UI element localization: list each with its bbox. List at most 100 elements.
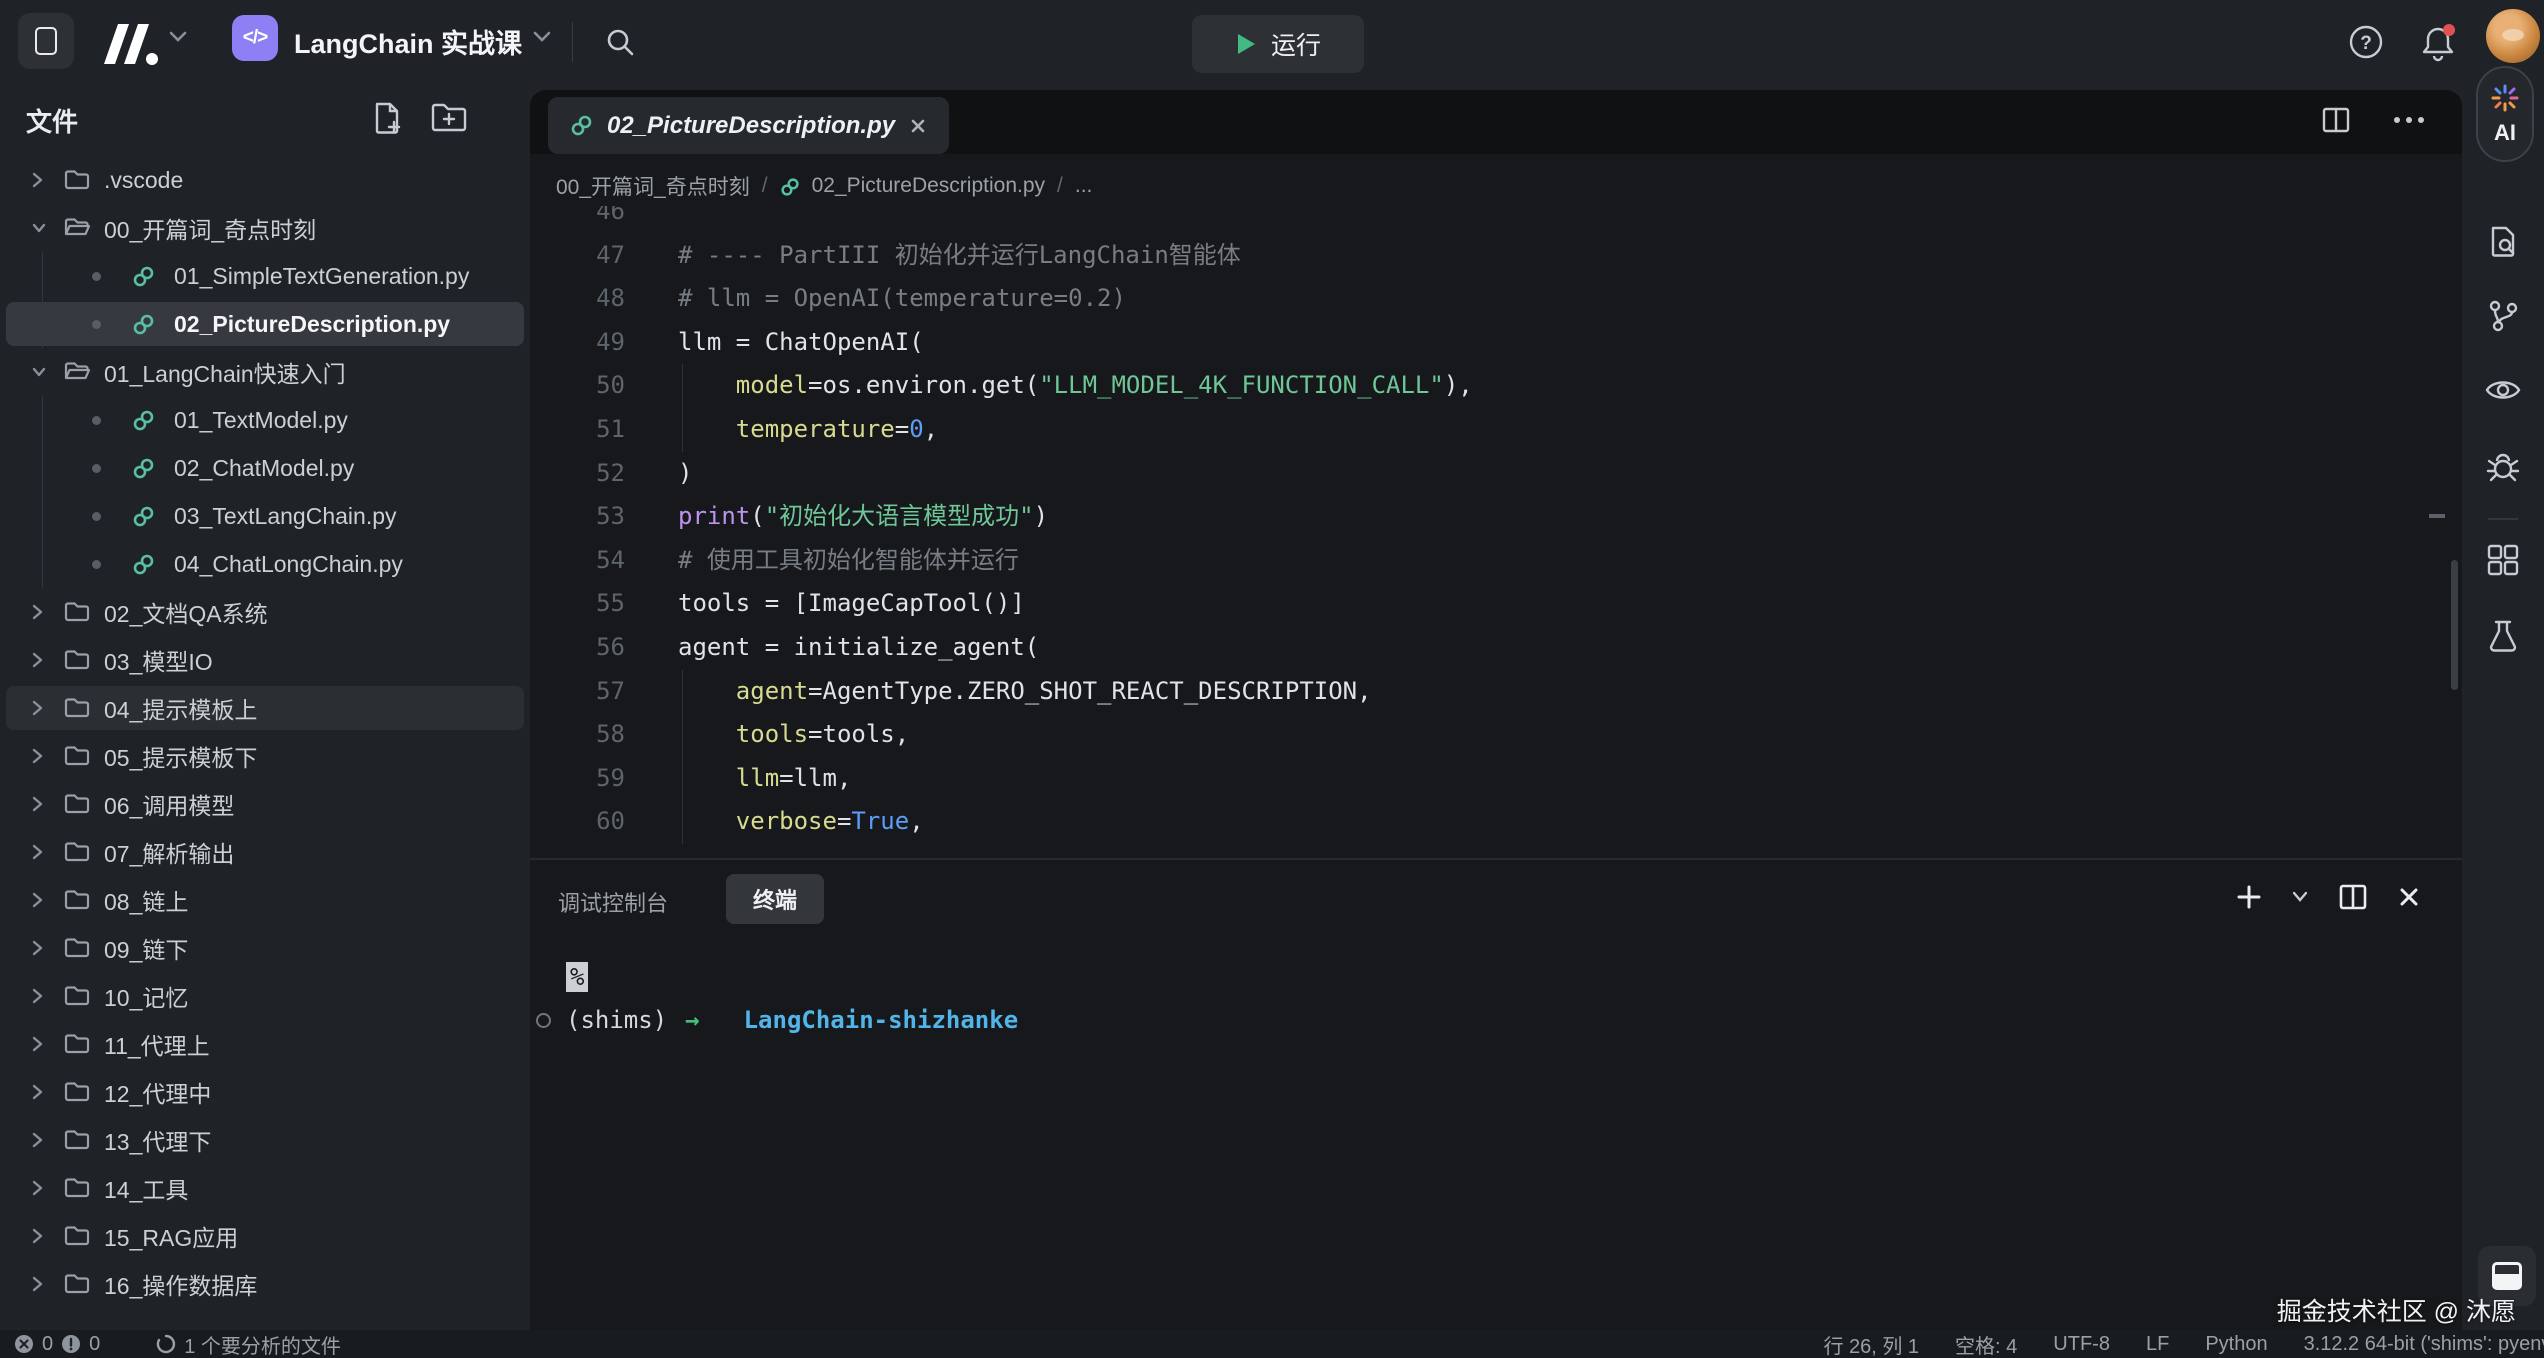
ai-button[interactable]: AI xyxy=(2476,66,2534,162)
tree-item[interactable]: 06_调用模型 xyxy=(0,780,530,828)
tree-item[interactable]: 03_TextLangChain.py xyxy=(0,492,530,540)
close-icon[interactable] xyxy=(2398,886,2420,908)
scrollbar-thumb[interactable] xyxy=(2451,560,2458,690)
avatar[interactable] xyxy=(2486,9,2540,63)
code-line[interactable]: 53print("初始化大语言模型成功") xyxy=(530,495,2455,539)
chevron-right-icon[interactable] xyxy=(30,986,44,1006)
tree-item[interactable]: 10_记忆 xyxy=(0,972,530,1020)
grid-icon[interactable] xyxy=(2485,542,2521,578)
chevron-right-icon[interactable] xyxy=(30,698,44,718)
tree-item[interactable]: 01_TextModel.py xyxy=(0,396,530,444)
help-icon[interactable]: ? xyxy=(2346,22,2386,62)
tree-item[interactable]: 09_链下 xyxy=(0,924,530,972)
tree-item[interactable]: 05_提示模板下 xyxy=(0,732,530,780)
chevron-right-icon[interactable] xyxy=(30,1226,44,1246)
code-line[interactable]: 51 temperature=0, xyxy=(530,408,2455,452)
chevron-right-icon[interactable] xyxy=(30,1034,44,1054)
tree-item[interactable]: 02_文档QA系统 xyxy=(0,588,530,636)
status-item[interactable]: 3.12.2 64-bit ('shims': pyenv) xyxy=(2304,1333,2544,1356)
tree-item[interactable]: 07_解析输出 xyxy=(0,828,530,876)
code-line[interactable]: 60 verbose=True, xyxy=(530,800,2455,844)
code-line[interactable]: 48# llm = OpenAI(temperature=0.2) xyxy=(530,277,2455,321)
tree-item[interactable]: 11_代理上 xyxy=(0,1020,530,1068)
flask-icon[interactable] xyxy=(2485,618,2521,656)
problems-indicator[interactable]: 0 0 xyxy=(14,1333,100,1356)
breadcrumb[interactable]: 00_开篇词_奇点时刻 / 02_PictureDescription.py /… xyxy=(556,166,1092,206)
close-icon[interactable] xyxy=(909,117,927,135)
chevron-down-icon[interactable] xyxy=(30,362,48,382)
tree-item[interactable]: 15_RAG应用 xyxy=(0,1212,530,1260)
status-item[interactable]: Python xyxy=(2205,1333,2267,1356)
chevron-right-icon[interactable] xyxy=(30,1082,44,1102)
git-branch-icon[interactable] xyxy=(2485,298,2521,334)
tab-terminal[interactable]: 终端 xyxy=(726,874,824,924)
bug-icon[interactable] xyxy=(2484,448,2522,486)
file-search-icon[interactable] xyxy=(2485,224,2521,260)
code-area[interactable]: 4647# ---- PartIII 初始化并运行LangChain智能体48#… xyxy=(530,206,2455,858)
tree-item[interactable]: 04_ChatLongChain.py xyxy=(0,540,530,588)
chevron-right-icon[interactable] xyxy=(30,170,44,190)
breadcrumb-file[interactable]: 02_PictureDescription.py xyxy=(812,174,1045,198)
code-line[interactable]: 54# 使用工具初始化智能体并运行 xyxy=(530,539,2455,583)
chevron-down-icon[interactable] xyxy=(532,30,552,44)
status-item[interactable]: 行 26, 列 1 xyxy=(1823,1330,1919,1358)
tree-item[interactable]: 04_提示模板上 xyxy=(0,684,530,732)
status-item[interactable]: 空格: 4 xyxy=(1955,1330,2017,1358)
code-line[interactable]: 59 llm=llm, xyxy=(530,757,2455,801)
code-line[interactable]: 47# ---- PartIII 初始化并运行LangChain智能体 xyxy=(530,234,2455,278)
analysis-indicator[interactable]: 1 个要分析的文件 xyxy=(156,1330,341,1358)
more-icon[interactable] xyxy=(2392,115,2426,125)
workspace-title[interactable]: LangChain 实战课 xyxy=(294,22,522,61)
tree-item[interactable]: .vscode xyxy=(0,156,530,204)
split-panel-icon[interactable] xyxy=(2338,882,2368,912)
code-line[interactable]: 56agent = initialize_agent( xyxy=(530,626,2455,670)
tree-item[interactable]: 14_工具 xyxy=(0,1164,530,1212)
code-line[interactable]: 50 model=os.environ.get("LLM_MODEL_4K_FU… xyxy=(530,364,2455,408)
chevron-right-icon[interactable] xyxy=(30,1130,44,1150)
chevron-right-icon[interactable] xyxy=(30,842,44,862)
tree-item[interactable]: 02_PictureDescription.py xyxy=(0,300,530,348)
status-item[interactable]: UTF-8 xyxy=(2053,1333,2110,1356)
search-icon[interactable] xyxy=(602,24,638,60)
sidebar-toggle-button[interactable] xyxy=(18,13,74,69)
breadcrumb-folder[interactable]: 00_开篇词_奇点时刻 xyxy=(556,171,750,201)
chevron-right-icon[interactable] xyxy=(30,650,44,670)
chevron-right-icon[interactable] xyxy=(30,938,44,958)
tree-item[interactable]: 02_ChatModel.py xyxy=(0,444,530,492)
code-line[interactable]: 58 tools=tools, xyxy=(530,713,2455,757)
tree-item[interactable]: 03_模型IO xyxy=(0,636,530,684)
chevron-right-icon[interactable] xyxy=(30,602,44,622)
plus-icon[interactable] xyxy=(2236,884,2262,910)
tree-item[interactable]: 01_SimpleTextGeneration.py xyxy=(0,252,530,300)
chevron-right-icon[interactable] xyxy=(30,794,44,814)
code-line[interactable]: 55tools = [ImageCapTool()] xyxy=(530,582,2455,626)
split-editor-icon[interactable] xyxy=(2320,104,2352,136)
tree-item[interactable]: 00_开篇词_奇点时刻 xyxy=(0,204,530,252)
eye-icon[interactable] xyxy=(2483,374,2523,406)
chevron-down-icon[interactable] xyxy=(30,218,48,238)
code-line[interactable]: 57 agent=AgentType.ZERO_SHOT_REACT_DESCR… xyxy=(530,670,2455,714)
chevron-right-icon[interactable] xyxy=(30,746,44,766)
code-line[interactable]: 49llm = ChatOpenAI( xyxy=(530,321,2455,365)
chevron-right-icon[interactable] xyxy=(30,890,44,910)
chevron-down-icon[interactable] xyxy=(168,30,188,44)
chevron-right-icon[interactable] xyxy=(30,1178,44,1198)
editor-tab[interactable]: 02_PictureDescription.py xyxy=(548,97,949,154)
tree-item[interactable]: 16_操作数据库 xyxy=(0,1260,530,1308)
tree-item[interactable]: 01_LangChain快速入门 xyxy=(0,348,530,396)
new-folder-icon[interactable] xyxy=(430,100,468,134)
logo[interactable] xyxy=(98,18,160,70)
code-line[interactable]: 46 xyxy=(530,206,2455,234)
status-item[interactable]: LF xyxy=(2146,1333,2169,1356)
tree-item[interactable]: 12_代理中 xyxy=(0,1068,530,1116)
tree-item[interactable]: 08_链上 xyxy=(0,876,530,924)
tab-debug-console[interactable]: 调试控制台 xyxy=(558,886,668,918)
chevron-right-icon[interactable] xyxy=(30,1274,44,1294)
code-line[interactable]: 52) xyxy=(530,452,2455,496)
tree-item[interactable]: 13_代理下 xyxy=(0,1116,530,1164)
breadcrumb-more[interactable]: ... xyxy=(1075,174,1093,198)
chevron-down-icon[interactable] xyxy=(2292,891,2308,903)
new-file-icon[interactable] xyxy=(370,100,404,136)
run-button[interactable]: 运行 xyxy=(1192,15,1364,73)
bell-icon[interactable] xyxy=(2416,21,2460,65)
